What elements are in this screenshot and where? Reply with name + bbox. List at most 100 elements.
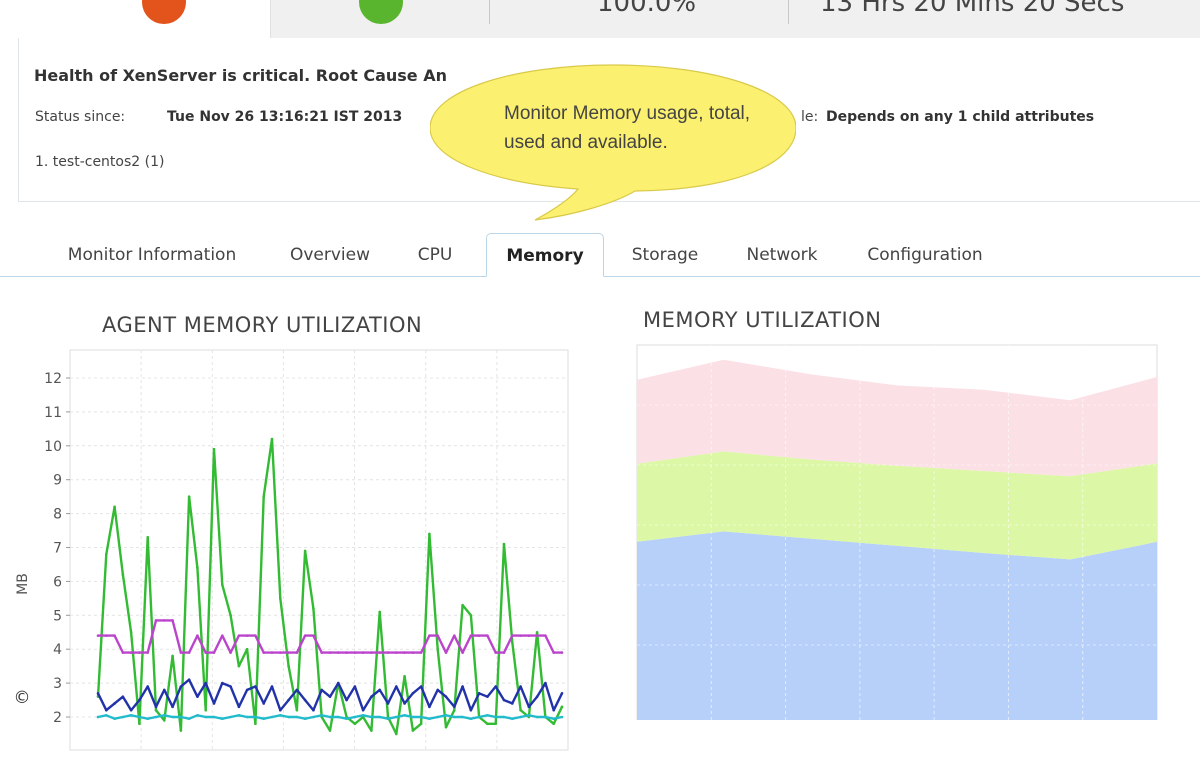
child-monitor-link[interactable]: 1. test-centos2 (1): [35, 154, 164, 170]
data-point: [370, 729, 373, 732]
data-point: [146, 651, 150, 654]
data-point: [295, 708, 299, 712]
data-point: [245, 634, 249, 637]
data-point: [171, 705, 174, 709]
data-point: [254, 722, 257, 726]
data-point: [320, 688, 324, 692]
data-point: [278, 714, 282, 717]
data-point: [104, 634, 108, 637]
data-point: [428, 705, 431, 709]
data-point: [196, 695, 199, 698]
data-point: [336, 715, 340, 719]
data-point: [469, 614, 473, 617]
data-point: [303, 698, 307, 702]
data-point: [220, 583, 224, 587]
tab-overview[interactable]: Overview: [270, 233, 390, 275]
tab-storage[interactable]: Storage: [614, 233, 716, 275]
tab-configuration[interactable]: Configuration: [846, 233, 1004, 275]
data-point: [162, 714, 166, 717]
data-point: [494, 685, 498, 688]
data-point: [411, 651, 415, 654]
data-point: [237, 664, 241, 668]
data-point: [444, 725, 448, 729]
tab-monitor-information[interactable]: Monitor Information: [44, 233, 260, 275]
data-point: [254, 685, 257, 688]
data-point: [220, 634, 224, 637]
data-point: [477, 715, 481, 719]
y-tick-label: 5: [53, 608, 62, 624]
data-point: [328, 651, 332, 654]
data-point: [394, 715, 398, 719]
data-point: [254, 715, 257, 719]
data-point: [237, 714, 241, 717]
area-series-0: [637, 531, 1157, 720]
status-since-label: Status since:: [35, 109, 126, 125]
data-point: [187, 678, 191, 682]
data-point: [179, 685, 183, 688]
data-point: [320, 651, 324, 654]
data-point: [287, 651, 290, 654]
data-point: [212, 702, 216, 705]
data-point: [519, 715, 522, 719]
data-point: [220, 681, 224, 685]
memory-utilization-chart: [636, 344, 1158, 720]
y-tick-label: 12: [44, 371, 62, 387]
y-tick-label: 4: [53, 642, 62, 658]
data-point: [486, 722, 489, 726]
data-point: [403, 702, 406, 705]
data-point: [204, 708, 208, 712]
data-point: [121, 715, 125, 719]
data-point: [552, 651, 556, 654]
data-point: [370, 695, 373, 698]
data-point: [138, 698, 141, 702]
data-point: [104, 552, 108, 556]
data-point: [312, 715, 315, 719]
data-point: [113, 505, 116, 509]
data-point: [461, 603, 464, 607]
data-point: [469, 634, 473, 637]
data-point: [535, 634, 539, 637]
data-point: [452, 708, 456, 712]
tab-cpu[interactable]: CPU: [400, 233, 470, 275]
data-point: [287, 664, 290, 668]
data-point: [295, 688, 299, 692]
data-point: [328, 729, 332, 732]
data-point: [461, 651, 464, 654]
data-point: [129, 630, 133, 634]
up-arrow-icon: [359, 0, 403, 24]
data-point: [370, 715, 373, 719]
data-point: [403, 714, 406, 717]
data-point: [171, 654, 174, 658]
rule-value: Depends on any 1 child attributes: [826, 109, 1095, 125]
data-point: [444, 714, 448, 717]
data-point: [411, 691, 415, 695]
data-point: [287, 715, 290, 719]
tab-memory[interactable]: Memory: [486, 233, 604, 277]
data-point: [113, 634, 116, 637]
data-point: [436, 647, 440, 651]
data-point: [419, 715, 423, 719]
tab-network[interactable]: Network: [728, 233, 836, 275]
data-point: [312, 708, 315, 712]
data-point: [419, 685, 423, 688]
data-point: [378, 651, 382, 654]
data-point: [295, 651, 299, 654]
data-point: [187, 495, 191, 498]
y-tick-label: 8: [53, 507, 62, 523]
y-tick-label: 3: [53, 676, 62, 692]
data-point: [403, 651, 406, 654]
data-point: [229, 651, 232, 654]
availability-cell: 100.0% 13 Hrs 20 Mins 20 Secs: [271, 0, 1200, 39]
data-point: [154, 705, 158, 709]
data-point: [154, 708, 158, 712]
data-point: [129, 708, 133, 712]
critical-status-icon: [142, 0, 186, 24]
data-point: [328, 695, 332, 698]
data-point: [527, 705, 531, 709]
data-point: [96, 634, 100, 637]
data-point: [303, 549, 307, 553]
data-point: [113, 702, 116, 705]
data-point: [138, 651, 141, 654]
data-point: [510, 702, 514, 705]
data-point: [544, 715, 547, 719]
